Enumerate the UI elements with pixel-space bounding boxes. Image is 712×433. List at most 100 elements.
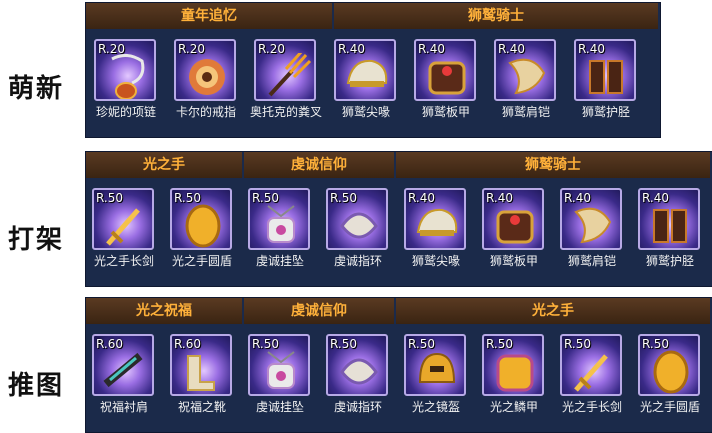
item-tile[interactable]: R.50 xyxy=(326,334,388,396)
rarity-label: R.50 xyxy=(642,337,669,351)
rarity-label: R.40 xyxy=(418,42,445,56)
item-tile[interactable]: R.50 xyxy=(326,188,388,250)
item-tile[interactable]: R.20 xyxy=(254,39,316,101)
set-header-2-3: 狮鹫骑士 xyxy=(396,152,712,178)
boots-icon xyxy=(187,355,215,391)
item-tile[interactable]: R.50 xyxy=(482,334,544,396)
item-tile[interactable]: R.50 xyxy=(404,334,466,396)
item-tile[interactable]: R.40 xyxy=(404,188,466,250)
item-tile[interactable]: R.60 xyxy=(170,334,232,396)
item-tile[interactable]: R.40 xyxy=(574,39,636,101)
item-tile[interactable]: R.20 xyxy=(94,39,156,101)
item-name: 狮鹫尖喙 xyxy=(411,254,460,268)
necklace-icon xyxy=(111,54,145,99)
rarity-label: R.60 xyxy=(96,337,123,351)
greaves-icon xyxy=(589,60,623,94)
item-name: 光之鳞甲 xyxy=(489,400,538,414)
equipment-panel-2: 光之手 虔诚信仰 狮鹫骑士 R.50 光之手长剑 R.50 光之手圆盾 R.50 虔诚挂坠… xyxy=(85,151,712,287)
rarity-label: R.40 xyxy=(564,191,591,205)
item-name: 虔诚挂坠 xyxy=(255,400,304,414)
item-name: 光之手圆盾 xyxy=(639,400,700,414)
helmet-icon xyxy=(346,59,388,87)
rarity-label: R.50 xyxy=(330,337,357,351)
pendant-icon xyxy=(267,205,295,243)
item-name: 虔诚挂坠 xyxy=(255,254,304,268)
item-tile[interactable]: R.50 xyxy=(92,188,154,250)
rarity-label: R.40 xyxy=(578,42,605,56)
set-header-2-1: 光之手 xyxy=(86,152,244,178)
rarity-label: R.50 xyxy=(408,337,435,351)
armor-icon xyxy=(496,210,534,244)
item-name: 光之手长剑 xyxy=(561,400,622,414)
equipment-panel-3: 光之祝福 虔诚信仰 光之手 R.60 祝福衬肩 R.60 祝福之靴 R.50 虔诚挂坠 R.… xyxy=(85,297,712,433)
greaves-icon xyxy=(653,209,687,243)
item-tile[interactable]: R.40 xyxy=(560,188,622,250)
item-name: 狮鹫尖喙 xyxy=(341,105,390,119)
item-tile[interactable]: R.50 xyxy=(248,334,310,396)
item-tile[interactable]: R.50 xyxy=(560,334,622,396)
rarity-label: R.50 xyxy=(174,191,201,205)
rarity-label: R.50 xyxy=(252,191,279,205)
rarity-label: R.50 xyxy=(564,337,591,351)
item-name: 狮鹫板甲 xyxy=(421,105,470,119)
item-name: 狮鹫护胫 xyxy=(645,254,694,268)
item-name: 狮鹫肩铠 xyxy=(501,105,550,119)
item-tile[interactable]: R.50 xyxy=(248,188,310,250)
rarity-label: R.40 xyxy=(486,191,513,205)
item-tile[interactable]: R.40 xyxy=(482,188,544,250)
gold-armor-icon xyxy=(496,354,534,392)
set-header-3-2: 虔诚信仰 xyxy=(244,298,396,324)
item-tile[interactable]: R.40 xyxy=(638,188,700,250)
set-header-3-3: 光之手 xyxy=(396,298,712,324)
sword-icon xyxy=(106,208,140,246)
blessed-pauldron-icon xyxy=(103,352,143,388)
item-tile[interactable]: R.40 xyxy=(334,39,396,101)
rarity-label: R.50 xyxy=(486,337,513,351)
item-name: 狮鹫板甲 xyxy=(489,254,538,268)
gold-helmet-icon xyxy=(418,352,456,383)
item-name: 光之手长剑 xyxy=(93,254,154,268)
rarity-label: R.40 xyxy=(338,42,365,56)
rarity-label: R.60 xyxy=(174,337,201,351)
pendant-icon xyxy=(267,351,295,389)
pauldron-icon xyxy=(574,207,612,244)
set-header-1-2: 狮鹫骑士 xyxy=(334,3,660,29)
item-tile[interactable]: R.40 xyxy=(494,39,556,101)
rarity-label: R.20 xyxy=(98,42,125,56)
item-name: 珍妮的项链 xyxy=(95,105,156,119)
item-tile[interactable]: R.50 xyxy=(170,188,232,250)
ring-icon xyxy=(340,212,378,239)
item-name: 奥托克的粪叉 xyxy=(249,105,322,119)
item-tile[interactable]: R.20 xyxy=(174,39,236,101)
row-label-2: 打架 xyxy=(8,225,65,255)
rarity-label: R.40 xyxy=(408,191,435,205)
item-tile[interactable]: R.60 xyxy=(92,334,154,396)
helmet-icon xyxy=(416,208,458,236)
item-tile[interactable]: R.40 xyxy=(414,39,476,101)
item-name: 虔诚指环 xyxy=(333,400,382,414)
item-name: 狮鹫肩铠 xyxy=(567,254,616,268)
shield-icon xyxy=(185,204,221,248)
item-tile[interactable]: R.50 xyxy=(638,334,700,396)
shield-icon xyxy=(653,350,689,394)
rarity-label: R.50 xyxy=(96,191,123,205)
set-header-1-1: 童年追忆 xyxy=(86,3,334,29)
item-name: 光之手圆盾 xyxy=(171,254,232,268)
flower-ring-icon xyxy=(189,59,225,95)
armor-icon xyxy=(428,61,466,95)
row-label-1: 萌新 xyxy=(8,74,65,104)
equipment-panel-1: 童年追忆 狮鹫骑士 R.20 珍妮的项链 R.20 卡尔的戒指 R.20 奥托克的粪叉 R.… xyxy=(85,2,661,138)
pauldron-icon xyxy=(508,58,546,95)
rarity-label: R.20 xyxy=(178,42,205,56)
rarity-label: R.40 xyxy=(498,42,525,56)
item-name: 祝福之靴 xyxy=(177,400,226,414)
rarity-label: R.40 xyxy=(642,191,669,205)
set-header-3-1: 光之祝福 xyxy=(86,298,244,324)
sword-icon xyxy=(574,354,608,392)
item-name: 卡尔的戒指 xyxy=(175,105,236,119)
item-name: 光之镜盔 xyxy=(411,400,460,414)
set-header-2-2: 虔诚信仰 xyxy=(244,152,396,178)
ring-icon xyxy=(340,358,378,385)
item-name: 祝福衬肩 xyxy=(99,400,148,414)
item-name: 虔诚指环 xyxy=(333,254,382,268)
